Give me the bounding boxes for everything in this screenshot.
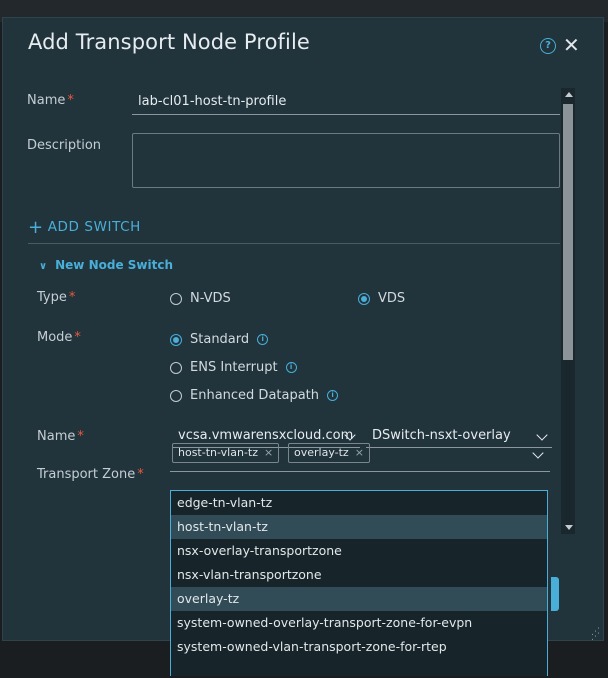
primary-button-edge[interactable] (551, 577, 559, 611)
transport-zone-label: Transport Zone * (37, 467, 144, 482)
plus-icon: + (28, 217, 44, 238)
radio-label: ENS Interrupt (190, 360, 278, 375)
radio-button[interactable] (170, 361, 182, 374)
remove-chip-icon[interactable]: × (264, 446, 273, 459)
dropdown-item-selected[interactable]: overlay-tz (171, 587, 547, 611)
modal-title: Add Transport Node Profile (28, 30, 310, 54)
resize-grip-icon[interactable]: ⋰ ⋰ (591, 628, 601, 642)
radio-button[interactable] (170, 389, 182, 402)
transport-zone-multiselect[interactable]: host-tn-vlan-tz × overlay-tz × (170, 439, 550, 472)
radio-type-nvds[interactable]: N-VDS (170, 291, 231, 306)
description-label: Description (27, 138, 102, 153)
scroll-up-icon[interactable] (565, 92, 573, 97)
radio-mode-standard[interactable]: Standard i (170, 332, 269, 347)
radio-label: N-VDS (190, 291, 231, 306)
dropdown-item-selected[interactable]: host-tn-vlan-tz (171, 515, 547, 539)
modal-scrollbar[interactable] (561, 88, 575, 534)
add-switch-button[interactable]: + ADD SWITCH (28, 217, 141, 238)
dropdown-item[interactable]: edge-tn-vlan-tz (171, 491, 547, 515)
scroll-thumb[interactable] (563, 104, 573, 360)
name-label: Name * (27, 93, 74, 108)
dropdown-item[interactable]: system-owned-vlan-transport-zone-for-rte… (171, 635, 547, 659)
radio-label: VDS (378, 291, 406, 306)
dropdown-item[interactable]: system-owned-overlay-transport-zone-for-… (171, 611, 547, 635)
radio-button[interactable] (170, 292, 182, 305)
chip-label: host-tn-vlan-tz (178, 446, 259, 459)
tz-chip: host-tn-vlan-tz × (172, 443, 280, 463)
switch-name-label: Name * (37, 429, 84, 444)
info-icon[interactable]: i (327, 390, 339, 401)
mode-label: Mode * (37, 330, 81, 345)
scroll-down-icon[interactable] (565, 525, 573, 530)
chip-label: overlay-tz (294, 446, 349, 459)
add-switch-label: ADD SWITCH (47, 219, 141, 235)
chevron-down-icon[interactable] (532, 447, 544, 459)
info-icon[interactable]: i (257, 334, 269, 345)
section-divider (28, 243, 560, 244)
remove-chip-icon[interactable]: × (355, 446, 364, 459)
radio-mode-ens-interrupt[interactable]: ENS Interrupt i (170, 360, 297, 375)
chevron-down-icon: ∨ (39, 261, 48, 272)
info-icon[interactable]: i (285, 362, 297, 373)
radio-mode-enhanced-datapath[interactable]: Enhanced Datapath i (170, 388, 339, 403)
radio-label: Standard (190, 332, 250, 347)
radio-button-selected[interactable] (170, 333, 182, 346)
section-header-label: New Node Switch (55, 258, 173, 272)
tz-chip: overlay-tz × (288, 443, 370, 463)
radio-label: Enhanced Datapath (190, 388, 320, 403)
required-mark: * (67, 93, 74, 108)
help-icon[interactable]: ? (540, 38, 556, 54)
dropdown-item[interactable]: nsx-vlan-transportzone (171, 563, 547, 587)
type-label: Type * (37, 290, 76, 305)
new-node-switch-header[interactable]: ∨ New Node Switch (39, 258, 173, 272)
close-icon[interactable]: ✕ (563, 33, 580, 57)
description-textarea[interactable] (132, 133, 560, 188)
radio-button-selected[interactable] (358, 292, 370, 305)
radio-type-vds[interactable]: VDS (358, 291, 405, 306)
dropdown-item[interactable]: nsx-overlay-transportzone (171, 539, 547, 563)
transport-zone-dropdown: edge-tn-vlan-tz host-tn-vlan-tz nsx-over… (170, 490, 548, 676)
name-input[interactable] (132, 89, 560, 115)
